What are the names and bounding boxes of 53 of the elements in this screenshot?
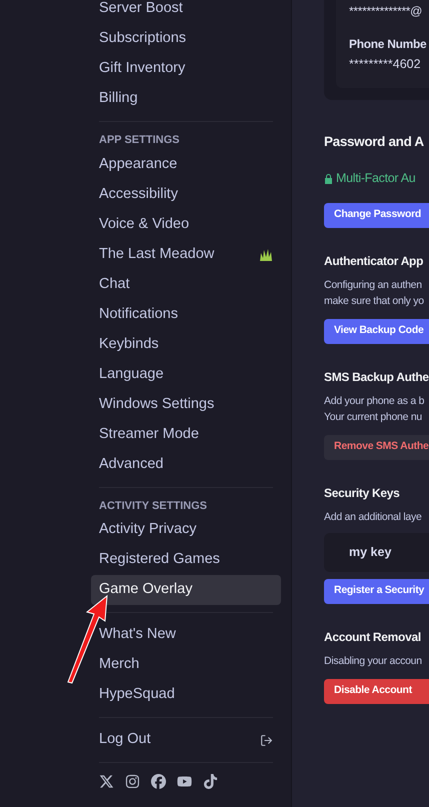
phone-value: *********4602	[349, 56, 422, 73]
section-title: Password and A	[324, 132, 425, 151]
sidebar-item[interactable]: Voice & Video	[91, 210, 281, 240]
sidebar-item[interactable]: Activity Privacy	[91, 515, 281, 545]
sidebar-item[interactable]: Billing	[91, 84, 281, 114]
sidebar-item[interactable]: Keybinds	[91, 330, 281, 360]
section-title: Authenticator App	[324, 252, 424, 270]
section-title: SMS Backup Authe	[324, 368, 429, 386]
sidebar-item[interactable]: HypeSquad	[91, 680, 281, 710]
action-button[interactable]: Register a Security	[324, 578, 429, 604]
action-button[interactable]: Remove SMS Authe	[324, 434, 429, 460]
sidebar-item[interactable]: Streamer Mode	[91, 420, 281, 450]
sidebar-item[interactable]: Notifications	[91, 300, 281, 330]
sidebar-item[interactable]: What's New	[91, 620, 281, 650]
sidebar-item[interactable]: Server Boost	[91, 0, 281, 24]
lock-icon	[324, 172, 333, 184]
sidebar-item[interactable]: Merch	[91, 650, 281, 680]
sidebar-item[interactable]: Subscriptions	[91, 24, 281, 54]
email-value: **************@	[349, 3, 424, 20]
logout-icon	[260, 734, 273, 746]
action-button[interactable]: View Backup Code	[324, 318, 429, 344]
facebook-icon[interactable]	[151, 774, 166, 789]
action-button[interactable]: Change Password	[324, 202, 429, 228]
description-text: Add your phone as a b	[324, 394, 426, 409]
sidebar-item[interactable]: Appearance	[91, 150, 281, 180]
sidebar-item[interactable]: Gift Inventory	[91, 54, 281, 84]
section-title: Security Keys	[324, 484, 400, 502]
sidebar-item[interactable]: The Last Meadow	[91, 240, 281, 270]
sidebar-item[interactable]: Language	[91, 360, 281, 390]
description-text: Your current phone nu	[324, 410, 424, 425]
action-button[interactable]: Disable Account	[324, 678, 429, 704]
x-logo-icon[interactable]	[99, 774, 114, 789]
sidebar-item[interactable]: Registered Games	[91, 545, 281, 575]
description-text: Add an additional laye	[324, 510, 423, 525]
mfa-status: Multi-Factor Au	[336, 170, 416, 187]
section-header: ACTIVITY SETTINGS	[98, 498, 208, 514]
section-header: APP SETTINGS	[98, 133, 180, 148]
sidebar-item[interactable]: Game Overlay	[91, 575, 281, 605]
instagram-icon[interactable]	[125, 774, 140, 789]
sidebar-item[interactable]: Log Out	[91, 725, 281, 755]
grass-icon	[259, 248, 273, 262]
description-text: Configuring an authen	[324, 278, 423, 293]
youtube-icon[interactable]	[177, 774, 192, 789]
field-label: Phone Numbe	[349, 36, 428, 53]
section-title: Account Removal	[324, 628, 422, 646]
tiktok-icon[interactable]	[203, 774, 218, 789]
description-text: Disabling your accoun	[324, 654, 423, 669]
key-name: my key	[349, 544, 392, 561]
sidebar-item[interactable]: Advanced	[91, 450, 281, 480]
description-text: make sure that only yo	[324, 294, 425, 309]
sidebar-item[interactable]: Chat	[91, 270, 281, 300]
sidebar-item[interactable]: Windows Settings	[91, 390, 281, 420]
sidebar-item[interactable]: Accessibility	[91, 180, 281, 210]
